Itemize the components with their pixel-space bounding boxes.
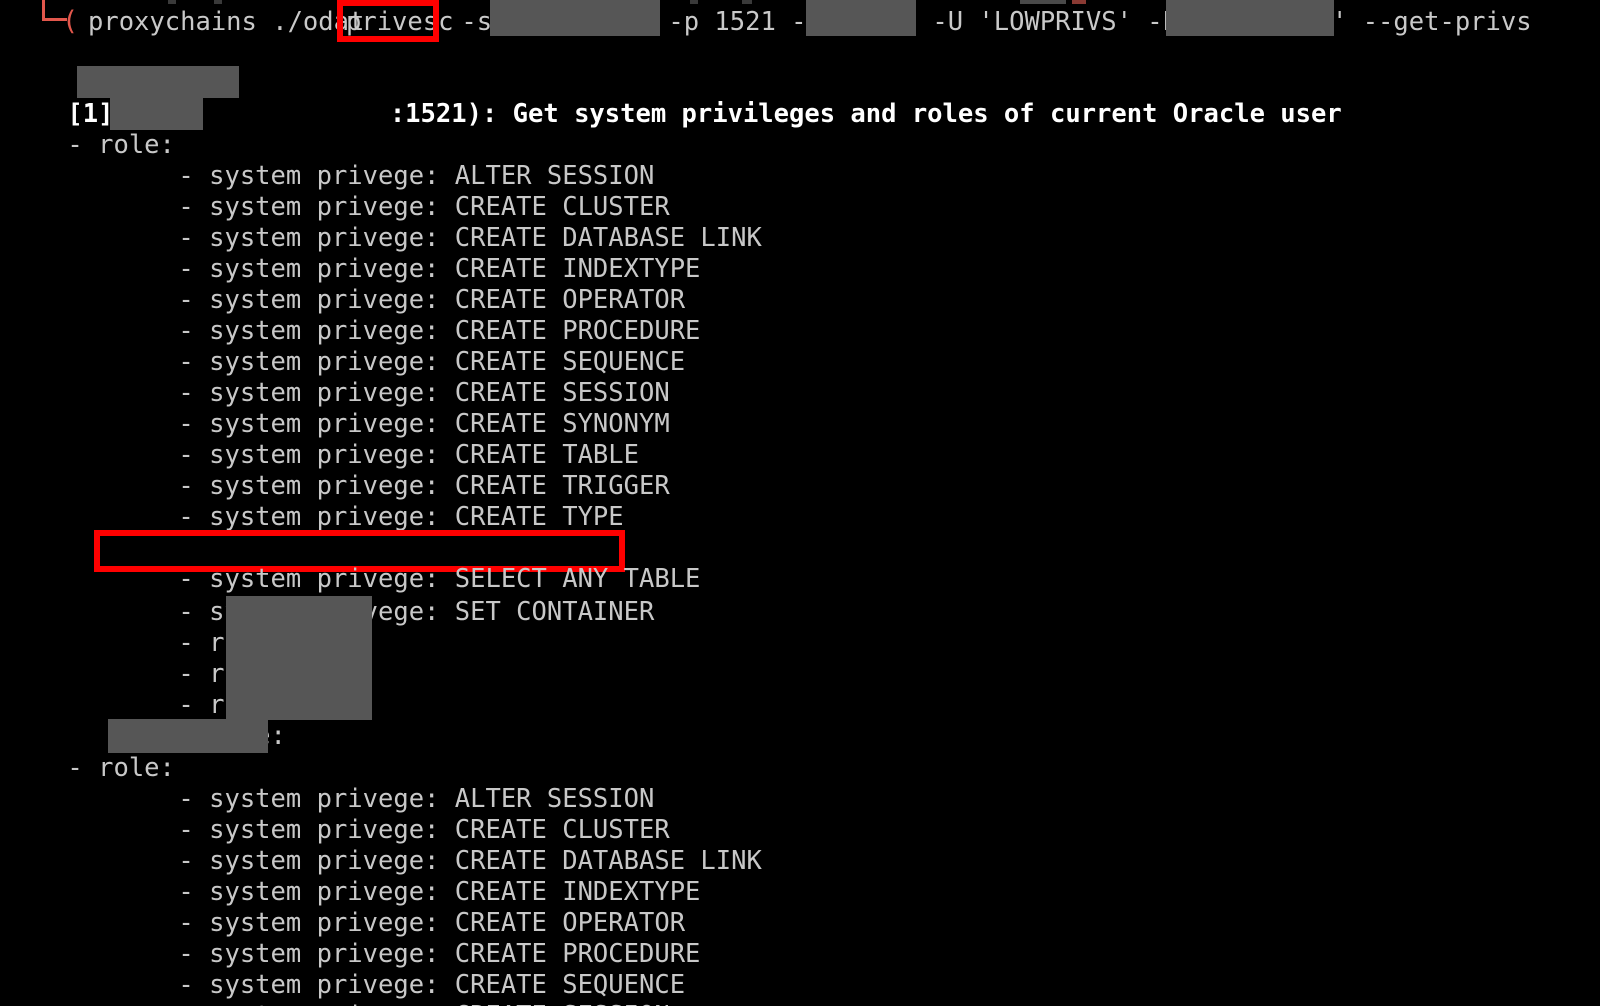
output-line-role: - role: [0,99,1600,160]
output-line-privilege: - system privege: CREATE DATABASE LINK [0,192,1600,253]
output-line-privilege: - system privege: CREATE OPERATOR [0,877,1600,938]
command-before-highlight: proxychains ./odat [88,7,380,37]
output-line-privilege: - system privege: CREATE CLUSTER [0,161,1600,222]
output-line-privilege-clipped: - system privege: CREATE SESSION [0,970,1600,1006]
output-line-privilege: - system privege: CREATE TYPE [0,471,1600,532]
output-line-privilege: - system privege: ALTER SESSION [0,753,1600,814]
output-line-privilege: - system privege: CREATE INDEXTYPE [0,223,1600,284]
output-line-privilege: - system privege: CREATE SESSION [0,347,1600,408]
output-line-privilege: - system privege: CREATE INDEXTYPE [0,846,1600,907]
command-after-highlight-4: ' --get-privs [1332,7,1532,37]
annotation-box-privesc [337,0,439,42]
redaction-host-arg [490,0,660,36]
output-line-privilege: - system privege: CREATE SEQUENCE [0,316,1600,377]
output-line-privilege: - system privege: CREATE VIEW [0,502,1600,563]
command-after-highlight-3: -U 'LOWPRIVS' -P ' [917,7,1209,37]
redaction-password-arg [1166,0,1334,36]
redaction-role-2 [108,719,268,753]
output-line-privilege: - system privege: CREATE SYNONYM [0,378,1600,439]
output-line-privilege: - system privege: SET CONTAINER [0,566,1600,627]
output-header-line: [1] ( :1521): Get system privileges and … [0,68,1600,129]
output-line-privilege: - system privege: CREATE PROCEDURE [0,285,1600,346]
output-line-privilege: - system privege: CREATE CLUSTER [0,784,1600,845]
prompt-paren: ( [62,6,79,37]
output-line-privilege: - system privege: CREATE DATABASE LINK [0,815,1600,876]
terminal-window[interactable]: ( proxychains ./odat privesc -s -p 1521 … [0,0,1600,1006]
redaction-role-1 [110,98,203,130]
output-line-privilege: - system privege: CREATE SEQUENCE [0,939,1600,1000]
prompt-line: ( proxychains ./odat privesc -s -p 1521 … [0,0,1600,44]
redaction-header-host [77,66,239,98]
output-line-privilege: - system privege: CREATE OPERATOR [0,254,1600,315]
output-line-privilege: - system privege: CREATE TABLE [0,409,1600,470]
output-line-privilege: - system privege: ALTER SESSION [0,130,1600,191]
redaction-nested-roles [226,596,372,720]
output-line-privilege: - system privege: CREATE TRIGGER [0,440,1600,501]
output-line-privilege-highlighted: - system privege: SELECT ANY TABLE [0,533,1600,594]
redaction-db-arg [806,0,916,36]
output-line-privilege: - system privege: CREATE PROCEDURE [0,908,1600,969]
line-text: - system privege: CREATE SESSION [178,1001,669,1006]
